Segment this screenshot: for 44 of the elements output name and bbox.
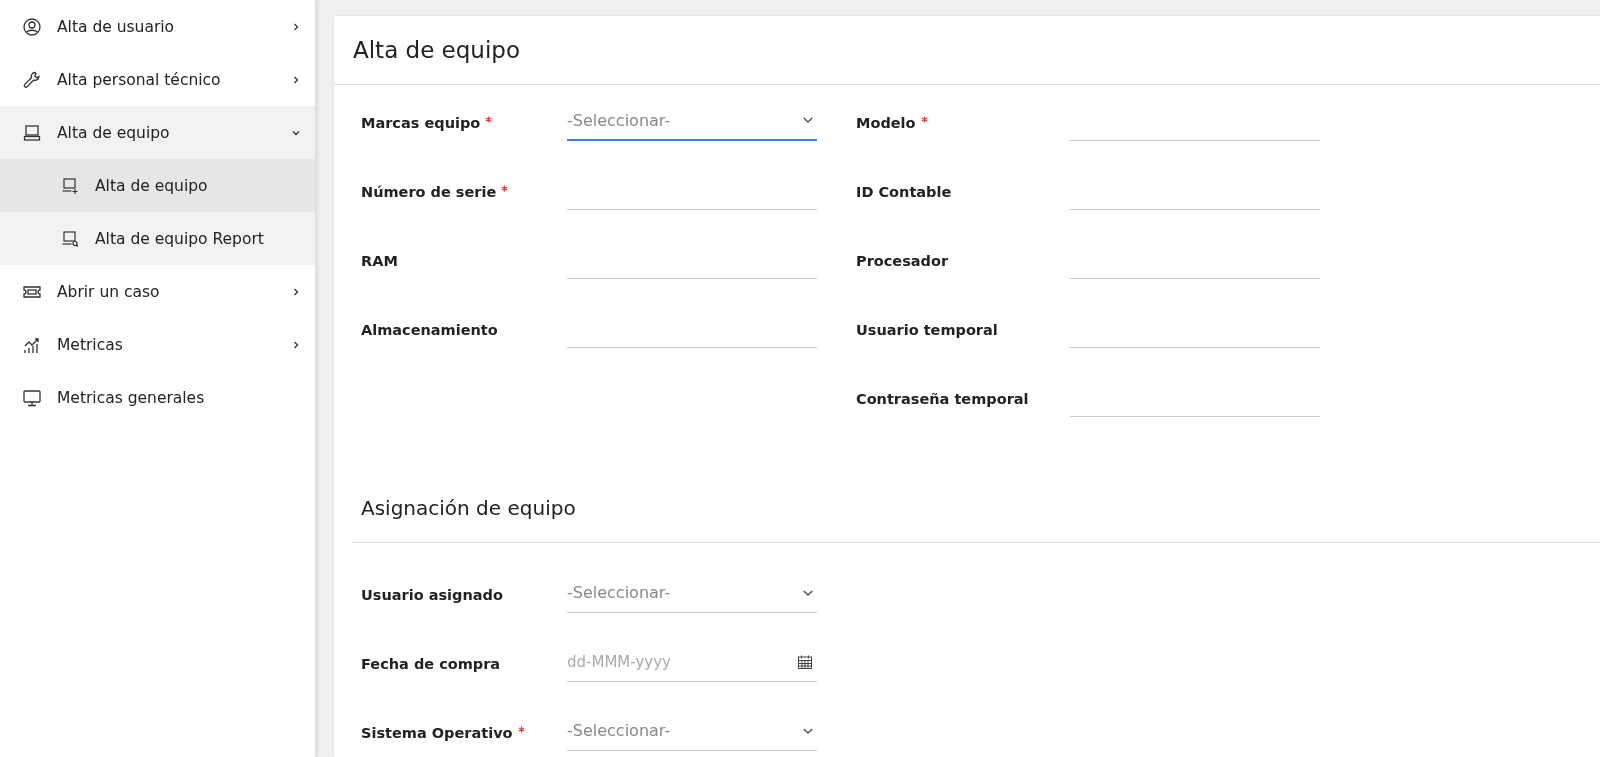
dropdown-field[interactable]: -Seleccionar- [567,101,817,141]
field-label: Marcas equipo [361,115,481,131]
field-label: Modelo [856,115,916,131]
computer-icon [22,122,42,143]
chevron-right-icon [291,21,301,32]
nav-item[interactable]: Abrir un caso [0,265,315,318]
field-label: Usuario temporal [856,322,998,338]
sub-nav-item-label: Alta de equipo Report [95,229,265,248]
field-label: Sistema Operativo [361,725,513,741]
nav-item-label: Alta de equipo [57,123,171,142]
laptop-search-icon [60,228,80,249]
nav-item-label: Alta personal técnico [57,70,222,89]
field-label: Usuario asignado [361,587,503,603]
chevron-right-icon [291,74,301,85]
nav-item[interactable]: Metricas generales [0,371,315,424]
chevron-right-icon [291,286,301,297]
chevron-right-icon [291,339,301,350]
dropdown-field[interactable]: -Seleccionar- [567,573,817,613]
dropdown-field[interactable]: -Seleccionar- [567,711,817,751]
nav-item[interactable]: Alta personal técnico [0,53,315,106]
nav-item[interactable]: Alta de usuario [0,0,315,53]
wrench-icon [22,69,42,90]
field-label: Procesador [856,253,949,269]
sub-nav-item[interactable]: Alta de equipo Report [0,212,315,265]
monitor-icon [22,387,42,408]
sub-nav-item[interactable]: Alta de equipo [0,159,315,212]
section-title: Asignación de equipo [361,496,577,522]
field-label: Almacenamiento [361,322,498,338]
laptop-plus-icon [60,175,80,196]
field-label: RAM [361,253,398,269]
field-label: Número de serie [361,184,497,200]
field-label: Fecha de compra [361,656,501,672]
nav-item[interactable]: Metricas [0,318,315,371]
field-label: ID Contable [856,184,952,200]
nav-item-label: Metricas generales [57,388,206,407]
nav-item-label: Abrir un caso [57,282,161,301]
nav-item-label: Alta de usuario [57,17,176,36]
form-title: Alta de equipo [353,37,520,63]
nav-item[interactable]: Alta de equipo [0,106,315,159]
user-circle-icon [22,16,42,37]
field-label: Contraseña temporal [856,391,1029,407]
sub-nav-item-label: Alta de equipo [95,176,209,195]
nav-item-label: Metricas [57,335,124,354]
calendar-icon [797,653,813,670]
